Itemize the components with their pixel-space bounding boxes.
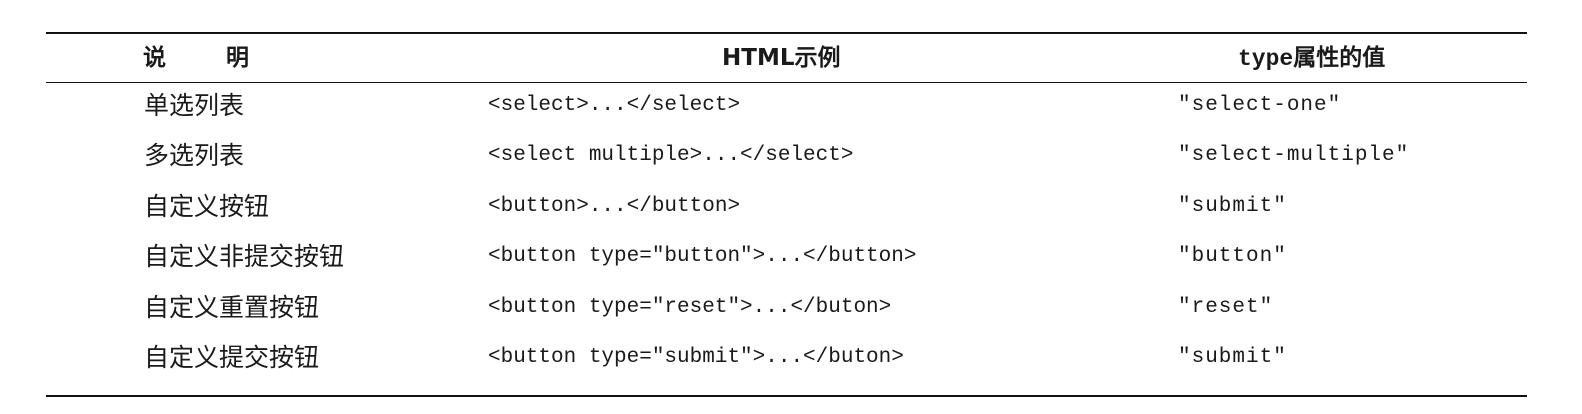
row-html-example: <select>...</select> — [488, 94, 741, 117]
header-html-example: HTML示例 — [722, 45, 841, 71]
row-type-value: "select-one" — [1178, 94, 1342, 117]
table-row: 自定义按钮 <button>...</button> "submit" — [46, 186, 1527, 236]
row-html-example: <button type="reset">...</buton> — [488, 295, 892, 319]
row-description: 自定义按钮 — [144, 191, 270, 221]
row-description: 单选列表 — [144, 91, 245, 120]
table-bottom-rule — [46, 395, 1527, 398]
row-description: 多选列表 — [144, 141, 245, 171]
row-html-example: <button>...</button> — [488, 194, 741, 218]
table-row: 自定义非提交按钮 <button type="button">...</butt… — [46, 236, 1527, 286]
row-type-value: "select-multiple" — [1178, 144, 1410, 168]
table-row: 自定义提交按钮 <button type="submit">...</buton… — [46, 337, 1527, 387]
header-type-suffix: 属性的值 — [1293, 45, 1386, 71]
table-header-row: 说明 HTML示例 type属性的值 — [46, 34, 1527, 82]
row-description: 自定义重置按钮 — [144, 292, 320, 322]
row-type-value: "reset" — [1178, 295, 1274, 319]
form-type-table: 说明 HTML示例 type属性的值 单选列表 <select>...</sel… — [46, 32, 1527, 398]
row-html-example: <select multiple>...</select> — [488, 144, 854, 168]
table-row: 单选列表 <select>...</select> "select-one" — [46, 85, 1527, 135]
row-type-value: "submit" — [1178, 345, 1287, 369]
row-description: 自定义非提交按钮 — [144, 242, 345, 272]
header-type-code: type — [1238, 46, 1294, 72]
header-description: 说明 — [143, 45, 309, 71]
row-html-example: <button type="button">...</button> — [488, 245, 917, 269]
header-type-value: type属性的值 — [1238, 34, 1538, 82]
row-type-value: "submit" — [1178, 194, 1287, 218]
table-row: 自定义重置按钮 <button type="reset">...</buton>… — [46, 287, 1527, 337]
row-html-example: <button type="submit">...</buton> — [488, 345, 904, 369]
table-body: 单选列表 <select>...</select> "select-one" 多… — [46, 83, 1527, 395]
row-type-value: "button" — [1178, 245, 1287, 269]
row-description: 自定义提交按钮 — [144, 342, 320, 372]
table-row: 多选列表 <select multiple>...</select> "sele… — [46, 135, 1527, 185]
